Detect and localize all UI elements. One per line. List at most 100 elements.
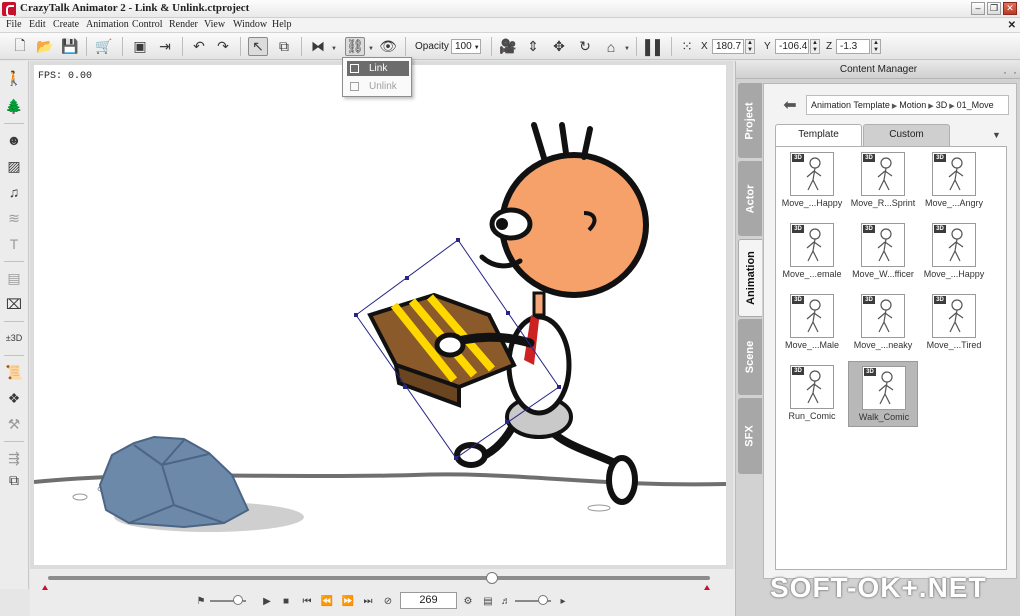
template-item[interactable]: 3D Move_...Male <box>777 290 847 356</box>
tab-actor[interactable]: Actor <box>738 161 762 236</box>
timeline-slider-thumb[interactable] <box>485 572 498 584</box>
new-file-icon[interactable]: 🗋 <box>10 37 30 56</box>
redo-icon[interactable]: ↷ <box>213 37 233 56</box>
visibility-eye-icon[interactable]: 👁 <box>378 37 398 56</box>
script-icon[interactable]: 📜 <box>5 363 23 381</box>
tab-template[interactable]: Template <box>775 124 862 146</box>
template-item[interactable]: 3D Move_...Happy <box>777 148 847 214</box>
tab-custom[interactable]: Custom <box>863 124 950 146</box>
stack-icon[interactable]: ⧉ <box>5 471 23 489</box>
first-frame-icon[interactable]: ⏮ <box>300 595 314 608</box>
unlink-menu-item[interactable]: Unlink <box>347 79 409 94</box>
menu-file[interactable]: File <box>6 19 22 30</box>
pin-icon[interactable]: ▪ <box>1001 65 1009 77</box>
play-icon[interactable]: ▶ <box>260 595 274 608</box>
template-item[interactable]: 3D Move_...neaky <box>848 290 918 356</box>
actor-pose-icon[interactable]: 🚶 <box>5 69 23 87</box>
open-folder-icon[interactable]: 📂 <box>35 37 55 56</box>
tab-animation[interactable]: Animation <box>738 239 762 317</box>
rotate-icon[interactable]: ↻ <box>575 37 595 56</box>
template-item[interactable]: 3D Walk_Comic <box>848 361 918 427</box>
home-icon[interactable]: ⌂ <box>601 37 621 56</box>
tab-sfx[interactable]: SFX <box>738 398 762 474</box>
settings-gear-icon[interactable]: ⚙ <box>461 595 475 608</box>
template-item[interactable]: 3D Move_R...Sprint <box>848 148 918 214</box>
timeline-slider[interactable] <box>48 576 710 580</box>
render-icon[interactable]: ⚒ <box>5 415 23 433</box>
menu-control[interactable]: Control <box>132 19 163 30</box>
menu-create[interactable]: Create <box>53 19 79 30</box>
template-item[interactable]: 3D Move_...Tired <box>919 290 989 356</box>
link-menu-item[interactable]: Link <box>347 61 409 76</box>
undo-icon[interactable]: ↶ <box>189 37 209 56</box>
music-note-icon[interactable]: ♫ <box>5 183 23 201</box>
transition-icon[interactable]: ⇶ <box>5 449 23 467</box>
duplicate-icon[interactable]: ⧉ <box>274 37 294 56</box>
flip-icon[interactable]: ⧓ <box>308 37 328 56</box>
volume-up-icon[interactable]: ▸ <box>556 595 570 608</box>
next-frame-icon[interactable]: ⏩ <box>341 595 355 608</box>
previous-frame-icon[interactable]: ⏪ <box>320 595 334 608</box>
breadcrumb-item[interactable]: 01_Move <box>957 100 994 110</box>
last-frame-icon[interactable]: ⏭ <box>361 595 375 608</box>
z-spinner[interactable]: ▲ ▼ <box>871 39 881 54</box>
x-field[interactable]: 180.7 <box>712 39 744 54</box>
template-item[interactable]: 3D Move_...Angry <box>919 148 989 214</box>
audio-wave-icon[interactable]: ≋ <box>5 209 23 227</box>
move-all-icon[interactable]: ✥ <box>549 37 569 56</box>
stop-icon[interactable]: ■ <box>279 595 293 608</box>
puppet-icon[interactable]: ❖ <box>5 389 23 407</box>
speed-slider-thumb[interactable] <box>233 595 243 605</box>
face-icon[interactable]: ☻ <box>5 131 23 149</box>
doc-close-icon[interactable]: ✕ <box>1008 20 1016 31</box>
move-vertical-icon[interactable]: ⇕ <box>523 37 543 56</box>
save-icon[interactable]: 💾 <box>60 37 80 56</box>
preview-icon[interactable]: ▣ <box>130 37 150 56</box>
layer-icon[interactable]: ▤ <box>5 269 23 287</box>
tab-scene[interactable]: Scene <box>738 319 762 395</box>
menu-view[interactable]: View <box>204 19 225 30</box>
tab-project[interactable]: Project <box>738 83 762 158</box>
link-icon[interactable]: ⛓ <box>345 37 365 56</box>
link-dropdown-chevron-icon[interactable]: ▼ <box>368 46 374 52</box>
range-start-marker[interactable] <box>42 585 48 590</box>
opacity-select[interactable]: 100 ▼ <box>451 39 481 54</box>
y-field[interactable]: -106.4 <box>775 39 809 54</box>
menu-edit[interactable]: Edit <box>29 19 46 30</box>
loop-off-icon[interactable]: ⊘ <box>381 595 395 608</box>
select-arrow-icon[interactable]: ↖ <box>248 37 268 56</box>
menu-render[interactable]: Render <box>169 19 198 30</box>
menu-animation[interactable]: Animation <box>86 19 129 30</box>
flip-dropdown-chevron-icon[interactable]: ▼ <box>331 46 337 52</box>
template-item[interactable]: 3D Run_Comic <box>777 361 847 427</box>
door-icon[interactable]: ⌧ <box>5 295 23 313</box>
y-spinner[interactable]: ▲ ▼ <box>810 39 820 54</box>
prop-tree-icon[interactable]: 🌲 <box>5 97 23 115</box>
text-bubble-icon[interactable]: T <box>5 235 23 253</box>
grid-icon[interactable]: ⁙ <box>677 37 697 56</box>
breadcrumb-item[interactable]: Animation Template <box>811 100 890 110</box>
export-icon[interactable]: ⇥ <box>155 37 175 56</box>
home-dropdown-chevron-icon[interactable]: ▼ <box>624 46 630 52</box>
menu-help[interactable]: Help <box>272 19 291 30</box>
z-field[interactable]: -1.3 <box>836 39 870 54</box>
panel-close-icon[interactable]: ▪ <box>1011 65 1019 77</box>
x-spinner[interactable]: ▲ ▼ <box>745 39 755 54</box>
minimize-button[interactable]: – <box>971 2 985 15</box>
template-item[interactable]: 3D Move_...Happy <box>919 219 989 285</box>
stage-canvas[interactable]: FPS: 0.00 <box>34 65 726 565</box>
close-button[interactable]: ✕ <box>1003 2 1017 15</box>
template-item[interactable]: 3D Move_...emale <box>777 219 847 285</box>
align-icon[interactable]: ▌▌ <box>645 37 665 56</box>
breadcrumb-item[interactable]: Motion <box>899 100 926 110</box>
store-cart-icon[interactable]: 🛒 <box>94 37 114 56</box>
current-frame-field[interactable]: 269 <box>400 592 457 609</box>
volume-icon[interactable]: ♬ <box>499 595 513 608</box>
menu-window[interactable]: Window <box>233 19 267 30</box>
speed-icon[interactable]: ⚑ <box>194 595 208 608</box>
back-arrow-icon[interactable]: ⬅ <box>780 97 800 115</box>
3d-convert-icon[interactable]: ±3D <box>5 329 23 347</box>
volume-slider-thumb[interactable] <box>538 595 548 605</box>
camera-icon[interactable]: 🎥 <box>498 37 518 56</box>
tabs-menu-chevron-icon[interactable]: ▼ <box>992 130 1001 140</box>
